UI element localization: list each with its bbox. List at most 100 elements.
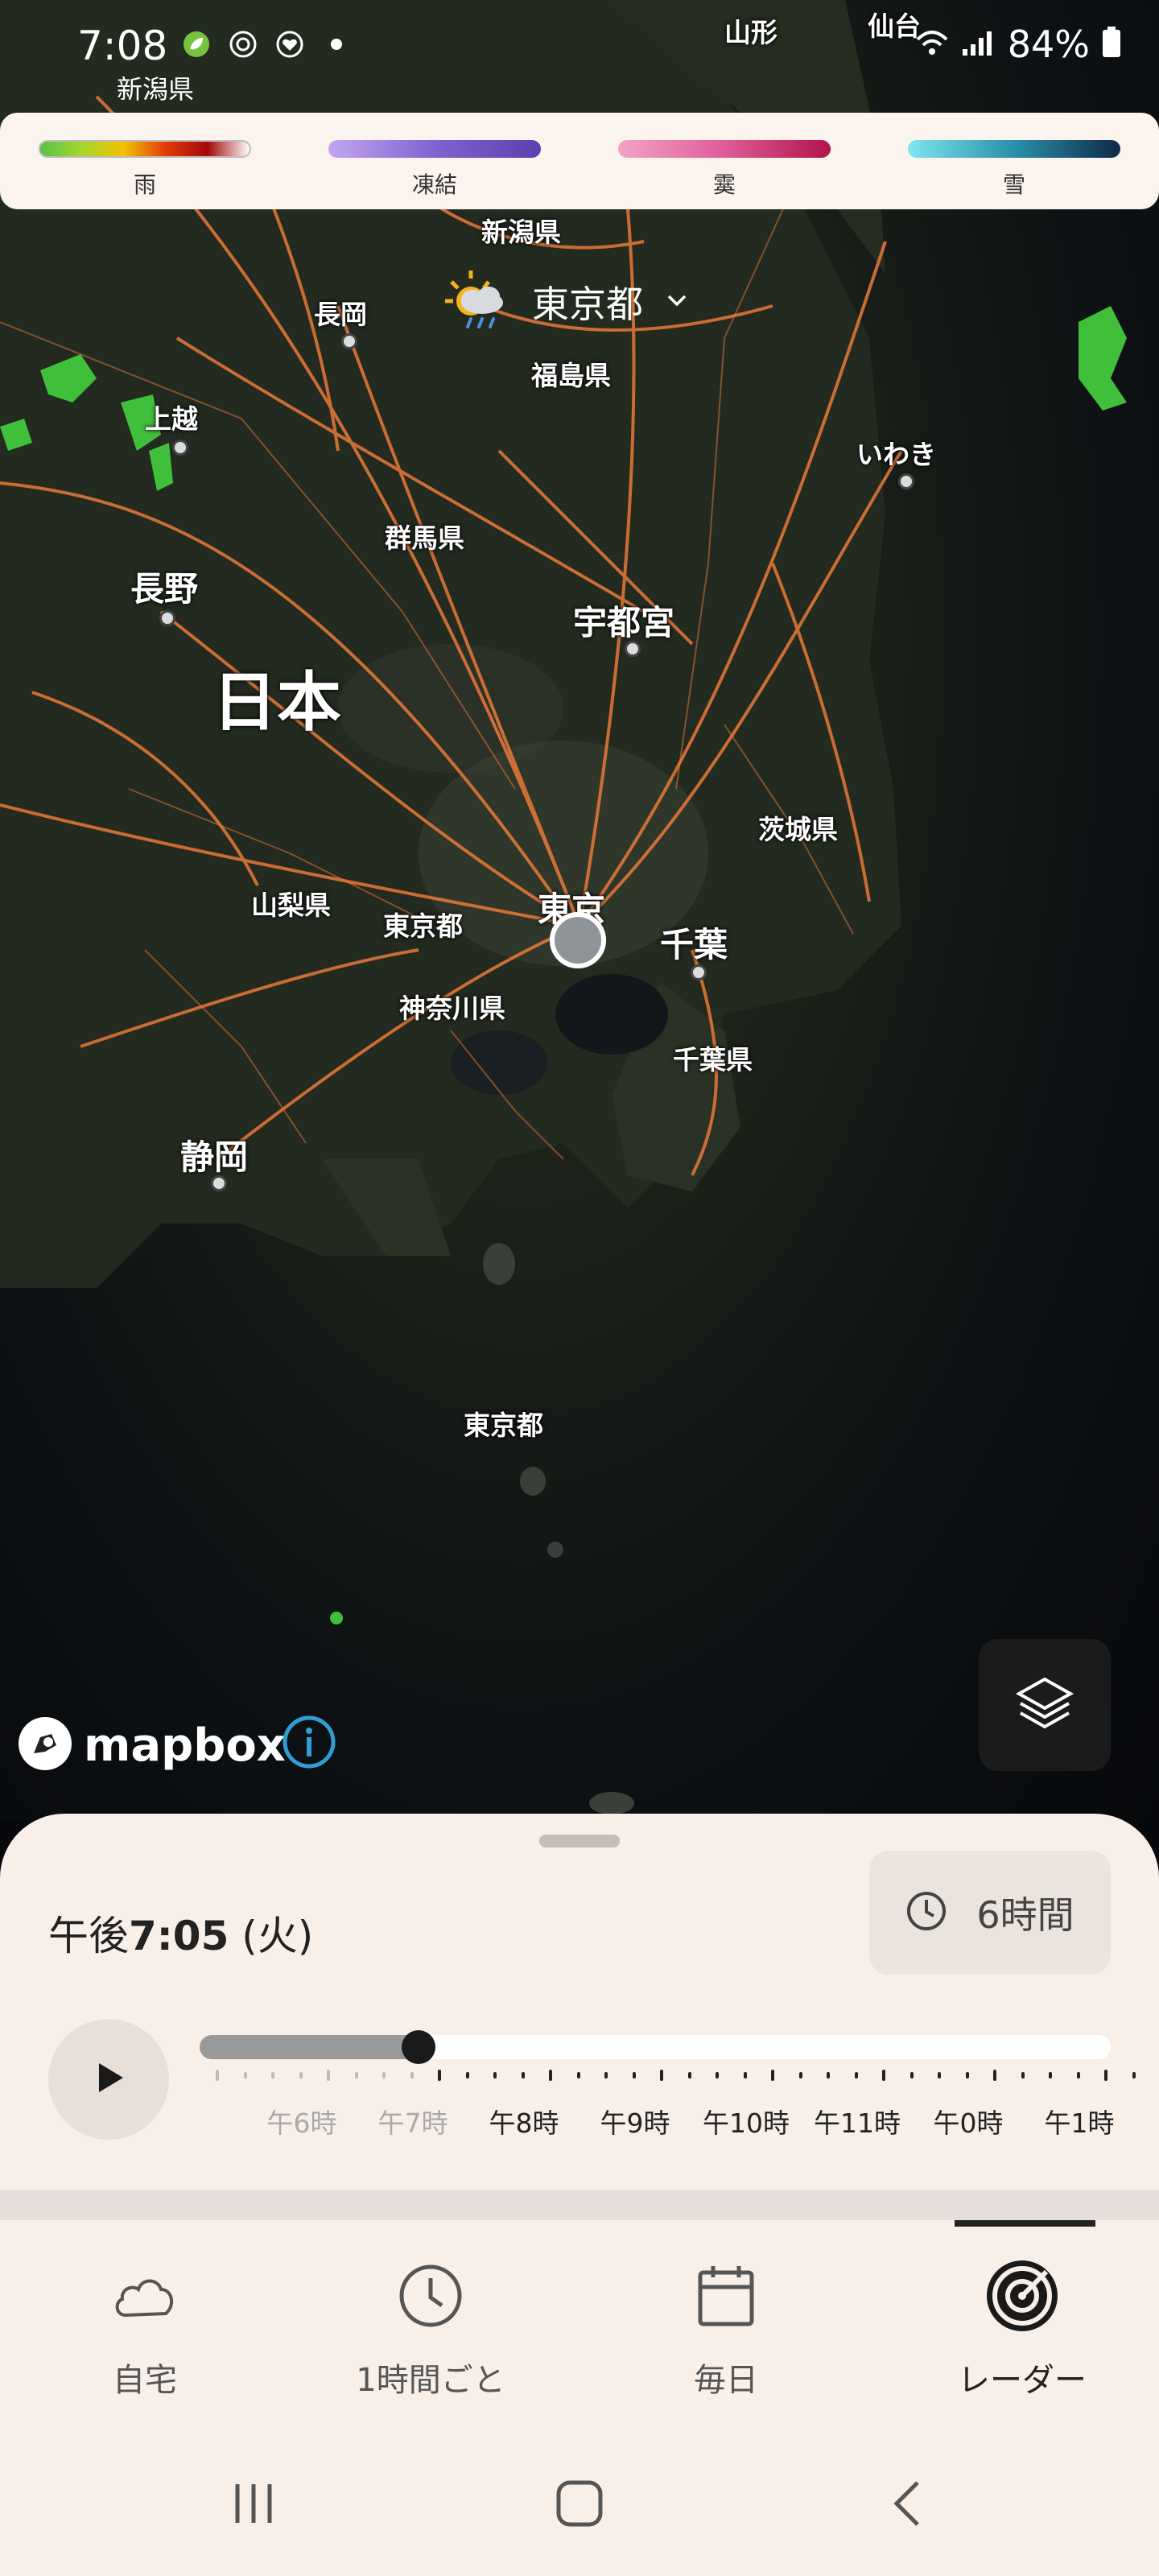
sheet-divider (0, 2190, 1159, 2220)
timeline-tick (1104, 2070, 1107, 2081)
chevron-down-icon (664, 287, 690, 316)
timeline-tick (216, 2070, 219, 2081)
nav-hourly[interactable]: 1時間ごと (286, 2220, 575, 2431)
mapbox-wordmark: mapbox (84, 1719, 286, 1772)
back-icon[interactable] (885, 2479, 934, 2531)
timeline-tick (716, 2072, 719, 2079)
timeline-tick (327, 2070, 330, 2081)
timeline-tick (604, 2072, 608, 2079)
legend-sleet-gradient (618, 140, 831, 158)
nav-home[interactable]: 自宅 (0, 2220, 290, 2431)
legend-rain-label: 雨 (133, 171, 156, 198)
legend-rain-gradient (39, 140, 251, 158)
nav-daily-label: 毎日 (694, 2362, 758, 2399)
clock-icon (905, 1890, 947, 1935)
attribution-info-icon[interactable] (282, 1715, 336, 1773)
home-icon[interactable] (555, 2479, 604, 2531)
timeline-tick (493, 2072, 497, 2079)
timeline-slider-thumb[interactable] (401, 2030, 435, 2064)
recent-apps-icon[interactable] (229, 2479, 278, 2531)
map-label-tokyo-pref: 東京都 (383, 910, 463, 942)
wifi-icon (914, 28, 950, 60)
map-label-chiba: 千葉 (660, 925, 728, 964)
timeline-tick (465, 2072, 469, 2079)
timeline-hour-label: 午10時 (703, 2107, 790, 2139)
legend-rain: 雨 (0, 113, 290, 209)
timeline-tick (576, 2072, 580, 2079)
map-label-ibaraki-pref: 茨城県 (758, 814, 838, 845)
timeline-tick (798, 2072, 802, 2079)
time-value: 7:05 (129, 1913, 229, 1959)
map-label-nagaoka: 長岡 (314, 299, 367, 330)
timeline-tick (549, 2070, 552, 2081)
map-label-niigata-pref: 新潟県 (481, 217, 561, 248)
map-label-tokyo-islands: 東京都 (464, 1410, 543, 1441)
city-dot-joetsu (172, 440, 188, 456)
legend-snow: 雪 (869, 113, 1159, 209)
duration-button[interactable]: 6時間 (869, 1851, 1111, 1975)
nav-active-indicator (955, 2220, 1095, 2227)
precipitation-legend: 雨 凍結 霙 雪 (0, 113, 1159, 209)
radar-icon (984, 2256, 1061, 2336)
status-bar: 7:08 新潟県 84% (0, 0, 1159, 105)
calendar-icon (695, 2256, 757, 2336)
map-label-shizuoka: 静岡 (180, 1137, 249, 1177)
timeline-hour-label: 午7時 (377, 2107, 448, 2139)
map-label-nagano: 長野 (130, 569, 199, 609)
city-dot-shizuoka (211, 1175, 227, 1191)
play-icon (89, 2058, 128, 2100)
nav-daily[interactable]: 毎日 (581, 2220, 871, 2431)
city-dot-nagano (159, 610, 175, 626)
mapbox-mark-icon (16, 1715, 74, 1776)
timeline-tick (382, 2072, 386, 2079)
timeline-slider-fill (200, 2035, 419, 2059)
timeline-tick (743, 2072, 747, 2079)
place-selector[interactable]: 東京都 (439, 258, 728, 346)
timeline-hour-label: 午6時 (266, 2107, 337, 2139)
timeline-tick (660, 2070, 663, 2081)
clock-icon (397, 2256, 464, 2336)
legend-sleet-label: 霙 (712, 171, 736, 198)
timeline-slider[interactable] (200, 2030, 1111, 2064)
legend-snow-gradient (908, 140, 1120, 158)
map-label-yamanashi-pref: 山梨県 (251, 890, 331, 921)
city-dot-utsunomiya (625, 641, 641, 657)
map-label-chiba-pref: 千葉県 (673, 1044, 753, 1075)
timeline-tick (827, 2072, 830, 2079)
current-location-marker[interactable] (550, 912, 606, 968)
timeline-tick (632, 2072, 636, 2079)
timeline-tick (993, 2070, 996, 2081)
battery-icon (1101, 27, 1122, 62)
timeline-tick (909, 2072, 914, 2079)
battery-percent: 84% (1007, 23, 1090, 66)
current-frame-time: 午後7:05 (火) (48, 1904, 313, 1962)
timeline-tick (521, 2072, 525, 2079)
system-navigation-bar (0, 2431, 1159, 2576)
place-name: 東京都 (532, 283, 643, 326)
timeline-hour-label: 午9時 (600, 2107, 670, 2139)
timeline-tick (271, 2072, 274, 2079)
map-label-japan: 日本 (212, 665, 341, 740)
legend-freezing: 凍結 (290, 113, 580, 209)
timeline-hour-label: 午11時 (814, 2107, 901, 2139)
timeline-tick (354, 2072, 358, 2079)
timeline-tick (938, 2072, 941, 2079)
timeline-tick (854, 2072, 858, 2079)
timeline-hour-label: 午8時 (489, 2107, 559, 2139)
status-time: 7:08 (77, 23, 168, 69)
legend-freezing-label: 凍結 (411, 171, 457, 198)
radar-map[interactable]: 山形 仙台 新潟県 長岡 福島県 上越 いわき 群馬県 長野 宇都宮 日本 茨城… (0, 0, 1159, 1819)
timeline-tick (771, 2070, 774, 2081)
timeline-tick (1076, 2072, 1080, 2079)
timeline-tick (299, 2072, 303, 2079)
timeline-hour-label: 午0時 (933, 2107, 1004, 2139)
map-label-fukushima-pref: 福島県 (531, 360, 611, 391)
time-day: (火) (241, 1913, 314, 1959)
timeline-tick (1021, 2072, 1025, 2079)
sheet-drag-handle[interactable] (539, 1835, 620, 1847)
timeline-tick (1132, 2072, 1136, 2079)
notification-icons (181, 29, 352, 60)
timeline-ticks (216, 2070, 1136, 2094)
map-layers-button[interactable] (979, 1639, 1111, 1771)
nav-radar[interactable]: レーダー (877, 2220, 1159, 2431)
